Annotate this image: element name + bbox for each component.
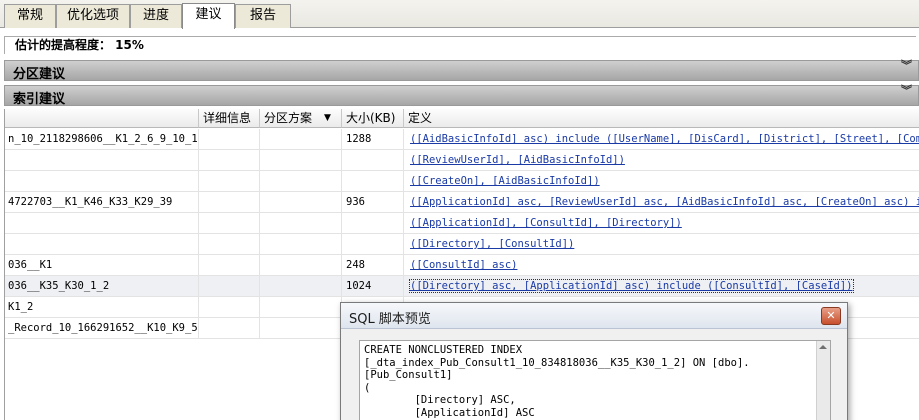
partition-cell: [260, 318, 342, 339]
size-cell: [342, 150, 404, 171]
detail-cell: [199, 213, 260, 234]
detail-cell: [199, 318, 260, 339]
detail-cell: [199, 150, 260, 171]
scroll-up-arrow-icon[interactable]: [819, 345, 827, 349]
table-row[interactable]: 036__K1 248 ([ConsultId] asc): [5, 255, 919, 276]
detail-cell: [199, 297, 260, 318]
size-cell: 1288: [342, 129, 404, 150]
detail-cell: [199, 192, 260, 213]
tab-progress[interactable]: 进度: [130, 4, 182, 28]
tab-tuning-options[interactable]: 优化选项: [56, 4, 130, 28]
detail-cell: [199, 255, 260, 276]
definition-link[interactable]: ([CreateOn], [AidBasicInfoId]): [404, 171, 919, 192]
index-name-cell: 036__K1: [5, 255, 199, 276]
partition-recommendations-title: 分区建议: [13, 67, 66, 82]
column-header-definition[interactable]: 定义: [404, 109, 919, 128]
index-name-cell: [5, 234, 199, 255]
sql-script-preview-dialog: SQL 脚本预览 ✕ CREATE NONCLUSTERED INDEX [_d…: [340, 302, 848, 420]
definition-text: ([CreateOn], [AidBasicInfoId]): [410, 175, 600, 187]
partition-cell: [260, 171, 342, 192]
vertical-scrollbar[interactable]: [816, 341, 830, 420]
definition-text: ([ApplicationId], [ConsultId], [Director…: [410, 217, 682, 229]
size-cell: 248: [342, 255, 404, 276]
tab-bar: 常规 优化选项 进度 建议 报告: [0, 0, 919, 29]
definition-text: ([ReviewUserId], [AidBasicInfoId]): [410, 154, 625, 166]
detail-cell: [199, 276, 260, 297]
sort-arrow-icon: ▼: [324, 113, 331, 123]
chevron-collapse-icon[interactable]: ︾: [901, 85, 912, 96]
definition-link[interactable]: ([Directory] asc, [ApplicationId] asc) i…: [404, 276, 919, 297]
table-row[interactable]: ([ReviewUserId], [AidBasicInfoId]): [5, 150, 919, 171]
table-row[interactable]: 4722703__K1_K46_K33_K29_39 936 ([Applica…: [5, 192, 919, 213]
column-header-partition-scheme-label: 分区方案: [264, 111, 313, 125]
size-cell: 936: [342, 192, 404, 213]
index-name-cell: 036__K35_K30_1_2: [5, 276, 199, 297]
size-cell: [342, 171, 404, 192]
table-row[interactable]: ([CreateOn], [AidBasicInfoId]): [5, 171, 919, 192]
index-name-cell: _Record_10_166291652__K10_K9_5: [5, 318, 199, 339]
chevron-collapse-icon[interactable]: ︾: [901, 60, 912, 71]
index-name-cell: n_10_2118298606__K1_2_6_9_10_11: [5, 129, 199, 150]
size-cell: 1024: [342, 276, 404, 297]
index-recommendations-title: 索引建议: [13, 92, 66, 107]
dialog-titlebar[interactable]: SQL 脚本预览 ✕: [341, 303, 847, 329]
definition-text: ([Directory], [ConsultId]): [410, 238, 575, 250]
column-header-partition-scheme[interactable]: 分区方案 ▼: [260, 109, 342, 128]
index-name-cell: [5, 150, 199, 171]
size-cell: [342, 213, 404, 234]
definition-link[interactable]: ([ApplicationId] asc, [ReviewUserId] asc…: [404, 192, 919, 213]
index-name-cell: K1_2: [5, 297, 199, 318]
column-header-name[interactable]: [5, 109, 199, 128]
definition-link[interactable]: ([ReviewUserId], [AidBasicInfoId]): [404, 150, 919, 171]
index-name-cell: [5, 171, 199, 192]
detail-cell: [199, 129, 260, 150]
tab-general[interactable]: 常规: [4, 4, 56, 28]
index-name-cell: 4722703__K1_K46_K33_K29_39: [5, 192, 199, 213]
partition-cell: [260, 255, 342, 276]
partition-cell: [260, 276, 342, 297]
table-row[interactable]: n_10_2118298606__K1_2_6_9_10_11 1288 ([A…: [5, 129, 919, 150]
definition-link[interactable]: ([ApplicationId], [ConsultId], [Director…: [404, 213, 919, 234]
definition-text: ([ApplicationId] asc, [ReviewUserId] asc…: [410, 196, 919, 208]
dialog-title: SQL 脚本预览: [349, 312, 431, 327]
table-row[interactable]: ([ApplicationId], [ConsultId], [Director…: [5, 213, 919, 234]
sql-script-text: CREATE NONCLUSTERED INDEX [_dta_index_Pu…: [364, 344, 750, 420]
definition-link[interactable]: ([ConsultId] asc): [404, 255, 919, 276]
column-header-detail[interactable]: 详细信息: [199, 109, 260, 128]
close-icon[interactable]: ✕: [821, 307, 841, 325]
table-row-selected[interactable]: 036__K35_K30_1_2 1024 ([Directory] asc, …: [5, 276, 919, 297]
definition-link[interactable]: ([AidBasicInfoId] asc) include ([UserNam…: [404, 129, 919, 150]
partition-cell: [260, 192, 342, 213]
partition-cell: [260, 234, 342, 255]
partition-cell: [260, 129, 342, 150]
partition-cell: [260, 213, 342, 234]
definition-text: ([AidBasicInfoId] asc) include ([UserNam…: [410, 133, 919, 145]
partition-cell: [260, 150, 342, 171]
detail-cell: [199, 171, 260, 192]
partition-recommendations-header[interactable]: 分区建议 ︾: [4, 60, 919, 82]
sql-script-textbox[interactable]: CREATE NONCLUSTERED INDEX [_dta_index_Pu…: [359, 340, 831, 420]
definition-text: ([ConsultId] asc): [410, 259, 518, 271]
index-recommendations-header[interactable]: 索引建议 ︾: [4, 85, 919, 107]
tab-recommendations[interactable]: 建议: [182, 3, 235, 29]
size-cell: [342, 234, 404, 255]
partition-cell: [260, 297, 342, 318]
estimated-improvement: 估计的提高程度： 15%: [4, 36, 916, 54]
index-name-cell: [5, 213, 199, 234]
definition-text: ([Directory] asc, [ApplicationId] asc) i…: [409, 279, 854, 293]
tab-reports[interactable]: 报告: [235, 4, 291, 28]
column-header-size[interactable]: 大小(KB): [342, 109, 404, 128]
definition-link[interactable]: ([Directory], [ConsultId]): [404, 234, 919, 255]
detail-cell: [199, 234, 260, 255]
table-row[interactable]: ([Directory], [ConsultId]): [5, 234, 919, 255]
